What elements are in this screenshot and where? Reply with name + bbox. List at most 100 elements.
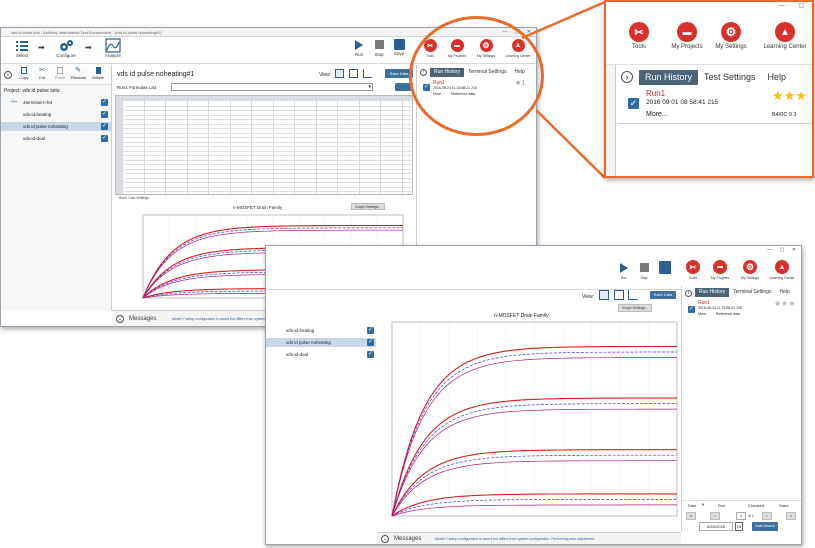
divider [618,123,812,124]
zoom-run-tabs: Run History Test Settings Help [639,70,792,85]
filter-run[interactable]: Run [718,503,725,508]
tab-help[interactable]: Help [775,288,793,297]
checkbox[interactable]: ✓ [367,327,374,334]
messages-text: Model Y setup configuration is saved but… [435,537,596,541]
my-projects-label: My Projects [671,44,703,50]
tab-run-history[interactable]: Run History [695,288,730,297]
my-projects-label: My Projects [710,276,730,280]
expand-icon[interactable]: ⌄ [381,535,389,543]
gear-icon: ⚙ [721,22,741,42]
last-page-button[interactable]: » [786,512,796,520]
stop-label: Stop [640,276,648,280]
graduation-cap-icon: ▲ [775,260,789,274]
window-title-bar: — ▢ ✕ [266,246,801,255]
tools-button[interactable]: ✂ Tools [624,22,654,50]
run-time: 2016-08-24 11 23:58:21 215 [698,306,742,310]
stop-icon [639,263,649,272]
play-icon [620,263,628,273]
filter-date[interactable]: Date [688,503,696,508]
filter-stars[interactable]: Stars [779,503,788,508]
my-settings-button[interactable]: ⚙ My Settings [736,260,764,280]
run-checkbox[interactable]: ✓ [628,98,639,109]
run-name: Run1 [646,89,666,98]
run-button[interactable]: Run [616,263,632,280]
tab-run-history[interactable]: Run History [639,70,699,85]
messages-label: Messages [394,536,422,542]
pager: « ‹ 1 of 1 › » [686,512,800,520]
run-ref: Reference data [716,312,740,316]
star-rating[interactable]: ★★★ [772,88,807,104]
next-page-button[interactable]: › [762,512,772,520]
collapse-icon[interactable]: › [621,71,633,83]
star-icon[interactable]: ★ [788,299,795,308]
learning-center-button[interactable]: ▲ Learning Center [764,260,800,280]
collapse-icon[interactable]: › [685,290,692,297]
tree-item-label: vds id pulse noheating [286,340,331,345]
tree-item-label: vds-id-heating [286,328,315,333]
my-projects-button[interactable]: ▬ My Projects [668,22,706,50]
page-input[interactable]: 1 [736,512,746,520]
tools-icon: ✂ [629,22,649,42]
ribbon: Run Stop ✂ Tools ▬ My Projects ⚙ My Sett… [266,255,801,290]
save-icon-button[interactable] [658,261,672,274]
tree-item[interactable]: vds-id-heating ✓ [266,326,376,335]
tab-terminal-settings[interactable]: Terminal Settings [729,288,775,297]
view-chart-icon[interactable] [628,290,638,300]
run-time: 2016 09 01 08 58:41 215 [646,99,719,106]
zoom-panel-bottom: — ▢ ✕ Run Stop ✂ Tools ▬ My Projects ⚙ M… [265,245,802,545]
learning-center-label: Learning Center [763,44,807,50]
tree-item[interactable]: vds-id-dual ✓ [266,350,376,359]
tree-item[interactable]: vds id pulse noheating ✓ [266,338,376,347]
tree-item-label: vds-id-dual [286,352,309,357]
tools-label: Tools [688,276,698,280]
tools-button[interactable]: ✂ Tools [682,260,704,280]
folder-icon: ▬ [677,22,697,42]
project-tree: vds-id-heating ✓ vds id pulse noheating … [266,324,376,364]
graduation-cap-icon: ▲ [775,22,795,42]
left-strip [606,65,616,176]
learning-center-button[interactable]: ▲ Learning Center [758,22,812,50]
view-label: View: [582,294,595,300]
star-rating[interactable]: ★★★ [774,299,796,308]
save-data-button[interactable]: Save Data [650,291,676,299]
date-search-button[interactable]: Date Search [752,522,778,531]
my-projects-button[interactable]: ▬ My Projects [706,260,734,280]
gear-icon: ⚙ [743,260,757,274]
star-icon[interactable]: ★ [795,88,807,103]
tab-test-settings[interactable]: Test Settings [698,70,762,85]
prev-page-button[interactable]: ‹ [710,512,720,520]
star-icon[interactable]: ★ [784,88,796,103]
view-graph-icon[interactable] [599,290,609,300]
filter-header: Date ▼ Run Checked Stars [682,500,801,508]
run-label: Run [620,276,628,280]
window-controls[interactable]: — ▢ ✕ [767,246,799,255]
run-panel-tabs: Run History Terminal Settings Help [695,288,794,297]
my-settings-label: My Settings [740,276,760,280]
window-controls[interactable]: — ▢ [779,2,810,9]
run-history-panel: › Run History Terminal Settings Help ✓ R… [681,286,801,532]
my-settings-button[interactable]: ⚙ My Settings [712,22,750,50]
page-of: of 1 [748,514,754,518]
filter-checked[interactable]: Checked [748,503,764,508]
messages-bar: ⌄ Messages Model Y setup configuration i… [377,532,681,544]
checkbox[interactable]: ✓ [367,339,374,346]
star-icon[interactable]: ★ [772,88,784,103]
tab-help[interactable]: Help [762,70,793,85]
run-checkbox[interactable]: ✓ [688,306,695,313]
folder-icon: ▬ [713,260,727,274]
checkbox[interactable]: ✓ [367,351,374,358]
stop-button[interactable]: Stop [636,263,652,280]
date-field[interactable]: 8/26/2016 [699,522,733,531]
my-settings-label: My Settings [715,44,747,50]
save-icon [659,261,671,274]
graph-settings-button[interactable]: Graph Settings... [618,304,652,312]
drain-family-chart-large [391,321,678,517]
run-more-link[interactable]: More... [646,111,668,118]
view-table-icon[interactable] [614,290,624,300]
run-code: B4/0C 0 3 [772,112,797,118]
tools-label: Tools [631,44,646,50]
chevron-down-icon: ▼ [701,502,705,507]
first-page-button[interactable]: « [686,512,696,520]
calendar-icon[interactable]: 15 [735,522,743,531]
run-more-link[interactable]: More... [698,312,709,316]
